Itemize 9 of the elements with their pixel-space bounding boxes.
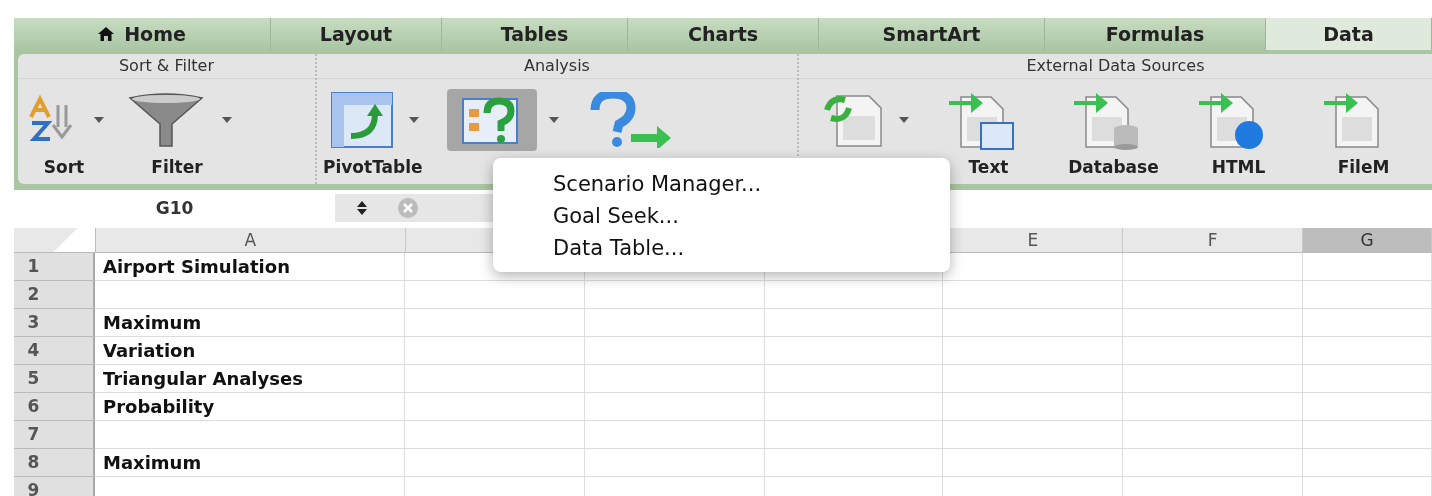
group-title: External Data Sources — [799, 54, 1432, 79]
group-title: Sort & Filter — [18, 54, 315, 79]
cell-text: Maximum — [103, 452, 202, 473]
cell-text: Maximum — [103, 312, 202, 333]
cell-text: Triangular Analyses — [103, 368, 303, 389]
cell-text: Variation — [103, 340, 196, 361]
cell-text: Probability — [103, 396, 215, 417]
cell-text: Airport Simulation — [103, 256, 290, 277]
group-title: Analysis — [317, 54, 797, 79]
